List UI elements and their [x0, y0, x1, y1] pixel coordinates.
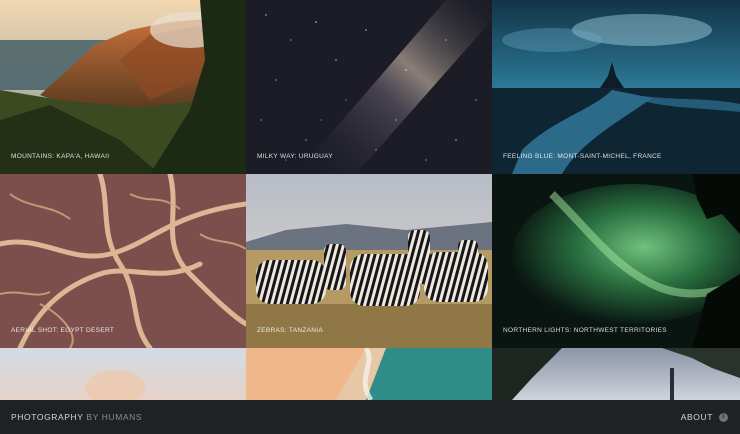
about-link[interactable]: ABOUT i: [681, 412, 728, 422]
sky-image: [0, 348, 246, 400]
photo-grid: MOUNTAINS: KAPA'A, HAWAII MILKY WAY: URU…: [0, 0, 740, 400]
northern-lights-image: [492, 174, 740, 348]
photo-tile-partial-sky[interactable]: [0, 348, 246, 400]
photo-tile-milky-way[interactable]: MILKY WAY: URUGUAY: [246, 0, 492, 174]
photo-caption: MILKY WAY: URUGUAY: [257, 153, 333, 160]
photo-caption: ZEBRAS: TANZANIA: [257, 327, 323, 334]
brand-title: PHOTOGRAPHY: [11, 412, 84, 422]
mountains-image: [0, 0, 246, 174]
photo-tile-mountains[interactable]: MOUNTAINS: KAPA'A, HAWAII: [0, 0, 246, 174]
site-brand[interactable]: PHOTOGRAPHY BY HUMANS: [11, 412, 142, 422]
photo-tile-zebras[interactable]: ZEBRAS: TANZANIA: [246, 174, 492, 348]
photo-tile-egypt-desert[interactable]: AERIAL SHOT: EGYPT DESERT: [0, 174, 246, 348]
brand-byline: BY HUMANS: [86, 412, 143, 422]
egypt-desert-image: [0, 174, 246, 348]
photo-caption: MOUNTAINS: KAPA'A, HAWAII: [11, 153, 110, 160]
photo-tile-mont-saint-michel[interactable]: FEELING BLUE: MONT-SAINT-MICHEL, FRANCE: [492, 0, 740, 174]
footer-bar: PHOTOGRAPHY BY HUMANS ABOUT i: [0, 400, 740, 434]
photo-caption: NORTHERN LIGHTS: NORTHWEST TERRITORIES: [503, 327, 667, 334]
milky-way-image: [246, 0, 492, 174]
photo-tile-northern-lights[interactable]: NORTHERN LIGHTS: NORTHWEST TERRITORIES: [492, 174, 740, 348]
photo-caption: FEELING BLUE: MONT-SAINT-MICHEL, FRANCE: [503, 153, 662, 160]
zebras-image: [246, 174, 492, 348]
trees-image: [492, 348, 740, 400]
mont-saint-michel-image: [492, 0, 740, 174]
photo-tile-partial-coast[interactable]: [246, 348, 492, 400]
about-label: ABOUT: [680, 412, 713, 422]
coast-image: [246, 348, 492, 400]
info-icon: i: [719, 412, 728, 422]
photo-caption: AERIAL SHOT: EGYPT DESERT: [11, 327, 115, 334]
photo-tile-partial-trees[interactable]: [492, 348, 740, 400]
